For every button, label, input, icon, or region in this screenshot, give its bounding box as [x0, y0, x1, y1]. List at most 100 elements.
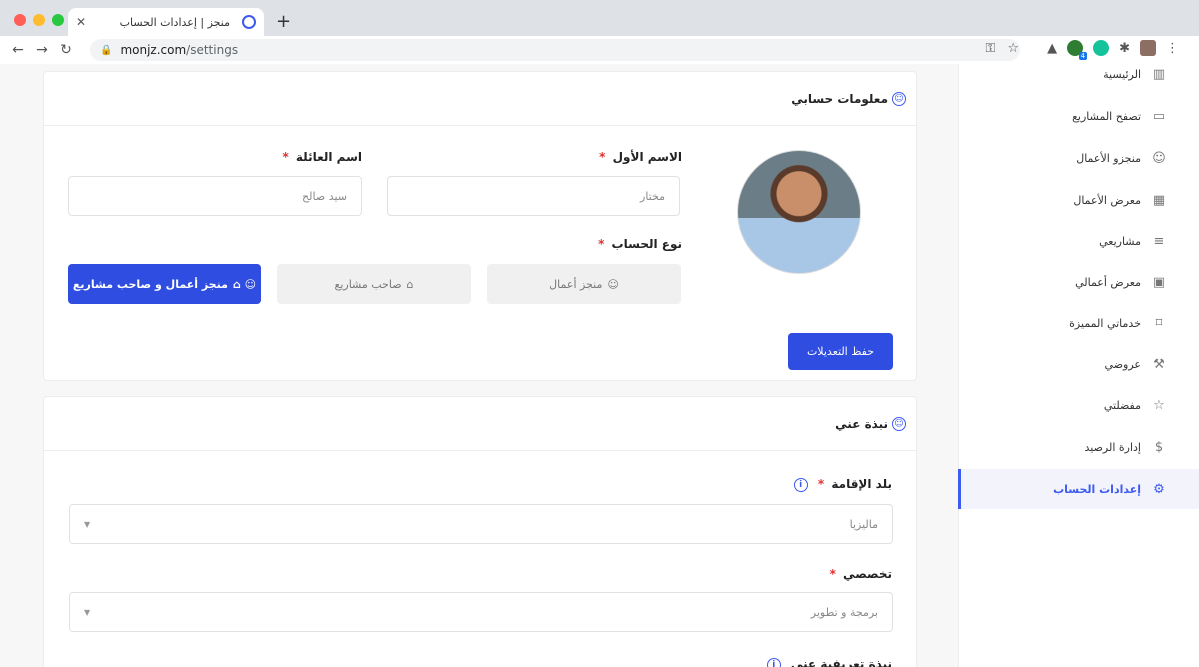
bio-label: نبذة تعريفية عني i [644, 657, 892, 667]
avatar[interactable] [737, 150, 861, 274]
sidebar-item-label: الرئيسية [1103, 67, 1141, 81]
required-mark: * [599, 150, 606, 164]
last-name-label: اسم العائلة * [244, 150, 362, 164]
account-type-label-text: صاحب مشاريع [334, 277, 402, 291]
extension-badge: 4 [1078, 52, 1088, 60]
required-mark: * [598, 237, 605, 251]
first-name-label: الاسم الأول * [564, 150, 682, 164]
about-me-header: نبذة عني ☺ [44, 397, 916, 451]
maximize-window-button[interactable] [52, 14, 64, 26]
user-circle-icon: ☺ [892, 91, 906, 106]
sidebar-item-account-settings[interactable]: إعدادات الحساب ⚙ [958, 469, 1199, 509]
account-type-label-text: منجز أعمال [549, 277, 603, 291]
sidebar-item-label: مفضلتي [1103, 398, 1141, 412]
briefcase-icon: ⌂ [406, 277, 414, 291]
account-type-both-button[interactable]: ☺ ⌂ منجز أعمال و صاحب مشاريع [68, 264, 261, 304]
sidebar-item-my-offers[interactable]: عروضي ⚒ [958, 344, 1199, 384]
country-select[interactable]: ▼ ماليزيا [69, 504, 893, 544]
sidebar-item-label: معرض الأعمال [1073, 193, 1141, 207]
account-type-label: نوع الحساب * [544, 237, 682, 251]
sidebar-item-featured-services[interactable]: خدماتي المميزة ⌑ [958, 303, 1199, 343]
info-icon[interactable]: i [766, 657, 781, 667]
sidebar-item-label: إعدادات الحساب [1053, 482, 1141, 496]
sidebar-item-home[interactable]: الرئيسية ▥ [958, 64, 1199, 94]
country-selected-value: ماليزيا [849, 517, 878, 531]
user-briefcase-icon: ☺ ⌂ [232, 277, 257, 291]
address-bar-actions: ⚿ ☆ [985, 41, 1019, 56]
users-icon: ☺ [1152, 150, 1166, 166]
url-host: monjz.com [120, 43, 187, 57]
sidebar-item-label: تصفح المشاريع [1072, 109, 1141, 123]
sidebar-item-my-projects[interactable]: مشاريعي ≡ [958, 221, 1199, 261]
sidebar-item-label: معرض أعمالي [1075, 275, 1141, 289]
grid-icon: ▦ [1152, 192, 1166, 208]
sidebar-item-portfolio-gallery[interactable]: معرض الأعمال ▦ [958, 180, 1199, 220]
minimize-window-button[interactable] [33, 14, 45, 26]
specialty-select[interactable]: ▼ برمجة و تطوير [69, 592, 893, 632]
account-info-card: معلومات حسابي ☺ الاسم الأول * اسم العائل… [43, 71, 917, 381]
more-menu-icon[interactable]: ⋮ [1166, 41, 1179, 56]
bookmark-star-icon[interactable]: ☆ [1007, 41, 1019, 56]
dollar-icon: $ [1154, 439, 1164, 455]
drive-icon[interactable]: ▲ [1047, 41, 1057, 56]
site-favicon-icon [242, 15, 256, 29]
card-title: معلومات حسابي [791, 91, 888, 106]
url-path: /settings [186, 43, 239, 57]
account-type-label-text: منجز أعمال و صاحب مشاريع [72, 277, 228, 291]
key-icon[interactable]: ⚿ [985, 41, 995, 56]
required-mark: * [829, 567, 836, 581]
sidebar-item-label: إدارة الرصيد [1084, 440, 1142, 454]
first-name-input[interactable] [387, 176, 680, 216]
browser-chrome: ✕ منجز | إعدادات الحساب + ← → ↻ 🔒 monjz.… [0, 0, 1199, 64]
gear-icon: ⚙ [1153, 481, 1165, 497]
account-type-project-owner-button[interactable]: ⌂ صاحب مشاريع [277, 264, 471, 304]
sidebar-item-freelancers[interactable]: منجزو الأعمال ☺ [958, 138, 1199, 178]
address-bar[interactable]: 🔒 monjz.com /settings [90, 39, 1020, 61]
specialty-label-text: تخصصي [843, 567, 892, 581]
page-content: الرئيسية ▥ تصفح المشاريع ▭ منجزو الأعمال… [0, 64, 1199, 667]
sidebar-item-my-portfolio[interactable]: معرض أعمالي ▣ [958, 262, 1199, 302]
sidebar-item-balance[interactable]: إدارة الرصيد $ [958, 427, 1199, 467]
bio-label-text: نبذة تعريفية عني [790, 657, 892, 667]
first-name-label-text: الاسم الأول [612, 150, 682, 164]
new-tab-button[interactable]: + [276, 11, 291, 32]
specialty-label: تخصصي * [644, 567, 892, 581]
info-icon[interactable]: i [793, 477, 808, 492]
tab-title: منجز | إعدادات الحساب [119, 15, 230, 29]
sidebar-item-label: مشاريعي [1099, 234, 1141, 248]
chevron-down-icon: ▼ [84, 519, 91, 529]
required-mark: * [817, 477, 825, 491]
sidebar-item-browse-projects[interactable]: تصفح المشاريع ▭ [958, 96, 1199, 136]
close-window-button[interactable] [14, 14, 26, 26]
sidebar-item-label: عروضي [1104, 357, 1141, 371]
save-button[interactable]: حفظ التعديلات [788, 333, 893, 370]
specialty-selected-value: برمجة و تطوير [810, 605, 878, 619]
account-info-header: معلومات حسابي ☺ [44, 72, 916, 126]
bar-chart-icon: ▥ [1152, 66, 1166, 82]
bookmark-icon: ⌑ [1155, 315, 1163, 331]
puzzle-extensions-icon[interactable]: ✱ [1119, 41, 1130, 56]
card-title: نبذة عني [835, 416, 888, 431]
server-icon: ≡ [1153, 233, 1165, 249]
grammarly-icon[interactable] [1093, 40, 1110, 56]
back-arrow-icon[interactable]: ← [6, 42, 30, 58]
user-circle-icon: ☺ [607, 277, 619, 291]
last-name-label-text: اسم العائلة [295, 150, 362, 164]
country-label-text: بلد الإقامة [831, 477, 892, 491]
extension-green-icon[interactable]: 4 [1067, 40, 1088, 60]
account-type-freelancer-button[interactable]: ☺ منجز أعمال [487, 264, 681, 304]
forward-arrow-icon[interactable]: → [30, 42, 54, 58]
navigation-bar: ← → ↻ 🔒 monjz.com /settings ⚿ ☆ ▲ 4 ✱ ⋮ [0, 36, 1199, 64]
required-mark: * [282, 150, 289, 164]
profile-avatar-icon[interactable] [1140, 40, 1156, 56]
window-controls [14, 14, 64, 26]
reload-icon[interactable]: ↻ [54, 42, 78, 58]
tab-close-icon[interactable]: ✕ [76, 15, 86, 29]
sidebar-item-label: خدماتي المميزة [1069, 316, 1141, 330]
sidebar-item-favorites[interactable]: مفضلتي ☆ [958, 385, 1199, 425]
extensions-area: ▲ 4 ✱ ⋮ [1047, 40, 1179, 60]
last-name-input[interactable] [68, 176, 362, 216]
browser-tab[interactable]: ✕ منجز | إعدادات الحساب [68, 8, 264, 36]
briefcase-icon: ▭ [1152, 108, 1166, 124]
chevron-down-icon: ▼ [84, 607, 91, 617]
